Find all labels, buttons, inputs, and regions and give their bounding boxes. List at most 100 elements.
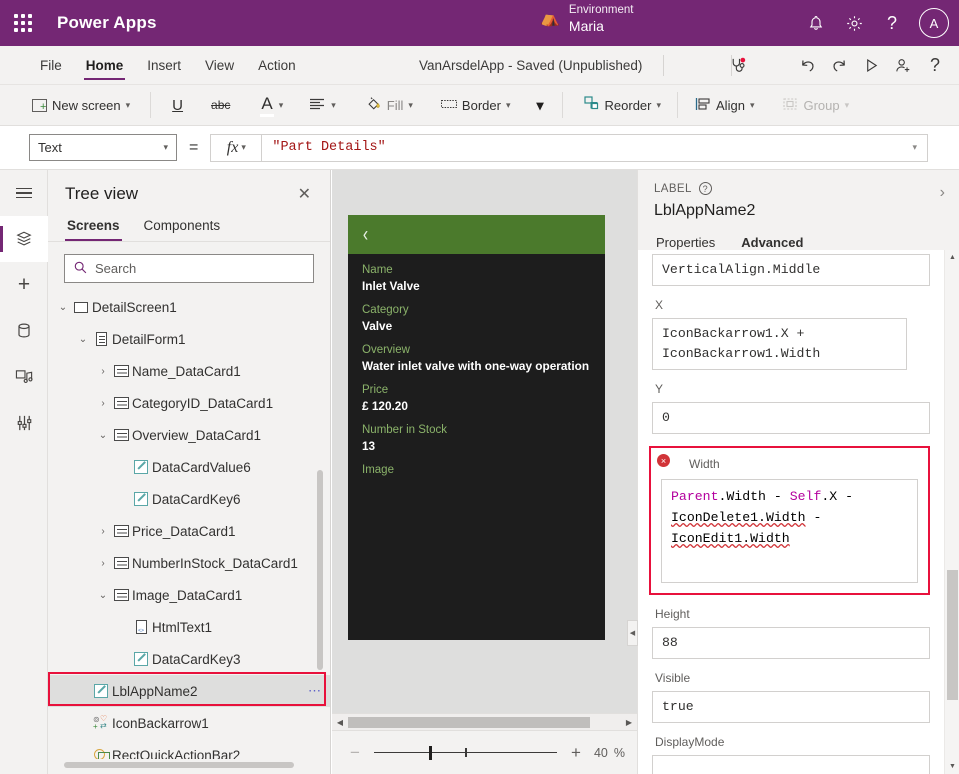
zoom-out-button[interactable]: − xyxy=(344,743,366,763)
height-input[interactable]: 88 xyxy=(652,627,930,659)
tree-node[interactable]: DataCardKey6 xyxy=(48,483,330,515)
width-label: Width xyxy=(689,457,918,471)
expand-chevron-icon[interactable]: › xyxy=(96,366,110,377)
underline-button[interactable]: U xyxy=(164,89,191,121)
expand-chevron-icon[interactable]: › xyxy=(96,526,110,537)
undo-icon[interactable] xyxy=(791,50,823,82)
fx-button[interactable]: fx ▾ xyxy=(210,134,262,162)
scroll-left-icon[interactable]: ◀ xyxy=(332,718,348,727)
properties-vertical-scrollbar[interactable]: ▲ ▼ xyxy=(944,250,959,774)
tab-screens[interactable]: Screens xyxy=(65,214,122,241)
menu-item-action[interactable]: Action xyxy=(246,46,308,85)
app-checker-icon[interactable] xyxy=(721,50,753,82)
hamburger-menu-icon[interactable] xyxy=(0,170,48,216)
verticalalign-input[interactable]: VerticalAlign.Middle xyxy=(652,254,930,286)
tree-node[interactable]: DataCardKey3 xyxy=(48,643,330,675)
reorder-button[interactable]: Reorder ▾ xyxy=(576,89,670,121)
zoom-in-button[interactable]: + xyxy=(565,743,587,763)
tree-horizontal-scrollbar[interactable] xyxy=(64,762,294,768)
tree-node[interactable]: ⌄Image_DataCard1 xyxy=(48,579,330,611)
preview-field-label: Image xyxy=(362,462,591,478)
tree-node[interactable]: DataCardValue6 xyxy=(48,451,330,483)
preview-play-icon[interactable] xyxy=(855,50,887,82)
expand-chevron-icon[interactable]: ⌄ xyxy=(56,302,70,313)
search-box[interactable] xyxy=(64,254,314,283)
canvas-scroll-thumb[interactable] xyxy=(348,717,590,728)
property-dropdown[interactable]: Text ▾ xyxy=(29,134,177,161)
displaymode-input[interactable] xyxy=(652,755,930,774)
fill-button[interactable]: Fill ▾ xyxy=(358,89,421,121)
visible-input[interactable]: true xyxy=(652,691,930,723)
width-input[interactable]: Parent.Width - Self.X -IconDelete1.Width… xyxy=(661,479,918,583)
displaymode-label: DisplayMode xyxy=(652,735,930,749)
expand-chevron-icon[interactable]: ⌄ xyxy=(96,430,110,441)
chevron-down-icon[interactable]: ▾ xyxy=(912,143,917,153)
zoom-slider-thumb[interactable] xyxy=(429,746,432,760)
tree-node[interactable]: <>HtmlText1 xyxy=(48,611,330,643)
scroll-right-icon[interactable]: ▶ xyxy=(621,718,637,727)
menu-item-view[interactable]: View xyxy=(193,46,246,85)
tree-node-selected[interactable]: LblAppName2⋯ xyxy=(48,675,330,707)
y-input[interactable]: 0 xyxy=(652,402,930,434)
menu-item-home[interactable]: Home xyxy=(74,46,136,85)
top-navigation-bar: Power Apps ⛺ Environment Maria ? A xyxy=(0,0,959,46)
ribbon-more-button[interactable]: ▾ xyxy=(528,89,551,121)
tree-node[interactable]: ›Price_DataCard1 xyxy=(48,515,330,547)
close-icon[interactable]: ✕ xyxy=(295,184,314,204)
redo-icon[interactable] xyxy=(823,50,855,82)
scroll-up-icon[interactable]: ▲ xyxy=(945,250,959,265)
media-icon[interactable] xyxy=(0,354,48,400)
tree-node[interactable]: ⌄Overview_DataCard1 xyxy=(48,419,330,451)
share-icon[interactable] xyxy=(887,50,919,82)
top-bar-actions: ? A xyxy=(799,0,949,46)
align-button[interactable]: Align ▾ xyxy=(687,89,762,121)
tree-node[interactable]: ⌄DetailForm1 xyxy=(48,323,330,355)
tree-node[interactable]: ›NumberInStock_DataCard1 xyxy=(48,547,330,579)
tree-node[interactable]: RectQuickActionBar2 xyxy=(48,739,330,759)
expand-chevron-icon[interactable]: ⌄ xyxy=(76,334,90,345)
help-circle-icon[interactable]: ? xyxy=(699,182,712,195)
formula-input[interactable]: "Part Details" ▾ xyxy=(262,134,928,162)
notifications-bell-icon[interactable] xyxy=(799,6,833,40)
expand-chevron-icon[interactable]: › xyxy=(96,398,110,409)
tree-node[interactable]: ›CategoryID_DataCard1 xyxy=(48,387,330,419)
back-arrow-icon[interactable]: ‹ xyxy=(363,224,368,245)
tree-node[interactable]: +⇄IconBackarrow1 xyxy=(48,707,330,739)
canvas-horizontal-scrollbar[interactable]: ◀ ▶ xyxy=(332,713,637,730)
collapse-panel-icon[interactable]: › xyxy=(940,184,945,202)
user-avatar[interactable]: A xyxy=(919,8,949,38)
align-label: Align xyxy=(716,98,745,113)
tree-node[interactable]: ⌄DetailScreen1 xyxy=(48,291,330,323)
zoom-slider[interactable] xyxy=(370,743,561,763)
font-color-button[interactable]: A ▾ xyxy=(252,89,291,121)
help-question-icon[interactable]: ? xyxy=(919,50,951,82)
menu-item-file[interactable]: File xyxy=(28,46,74,85)
group-button[interactable]: Group ▾ xyxy=(774,89,857,121)
text-align-button[interactable]: ▾ xyxy=(301,89,344,121)
properties-scroll-thumb[interactable] xyxy=(947,570,958,700)
panel-expand-toggle[interactable]: ◀ xyxy=(627,620,638,646)
help-icon[interactable]: ? xyxy=(875,6,909,40)
search-input[interactable] xyxy=(95,261,304,276)
expand-chevron-icon[interactable]: › xyxy=(96,558,110,569)
new-screen-button[interactable]: New screen ▾ xyxy=(24,89,138,121)
node-overflow-menu-icon[interactable]: ⋯ xyxy=(308,683,322,699)
border-button[interactable]: Border ▾ xyxy=(433,89,519,121)
settings-gear-icon[interactable] xyxy=(837,6,871,40)
app-launcher-icon[interactable] xyxy=(0,0,46,46)
tab-components[interactable]: Components xyxy=(142,214,223,241)
insert-plus-icon[interactable]: + xyxy=(0,262,48,308)
scroll-down-icon[interactable]: ▼ xyxy=(945,759,959,774)
x-input[interactable]: IconBackarrow1.X +IconBackarrow1.Width xyxy=(652,318,907,370)
tree-node[interactable]: ›Name_DataCard1 xyxy=(48,355,330,387)
tree-view-panel: Tree view ✕ Screens Components ⌄DetailSc… xyxy=(48,170,331,774)
data-cylinder-icon[interactable] xyxy=(0,308,48,354)
environment-selector[interactable]: ⛺ Environment Maria xyxy=(540,4,633,34)
tree-vertical-scrollbar[interactable] xyxy=(317,470,323,670)
advanced-tools-icon[interactable] xyxy=(0,400,48,446)
phone-preview[interactable]: ‹ NameInlet ValveCategoryValveOverviewWa… xyxy=(348,215,605,640)
tree-view-icon[interactable] xyxy=(0,216,48,262)
strikethrough-button[interactable]: abc xyxy=(203,89,238,121)
menu-item-insert[interactable]: Insert xyxy=(135,46,193,85)
expand-chevron-icon[interactable]: ⌄ xyxy=(96,590,110,601)
